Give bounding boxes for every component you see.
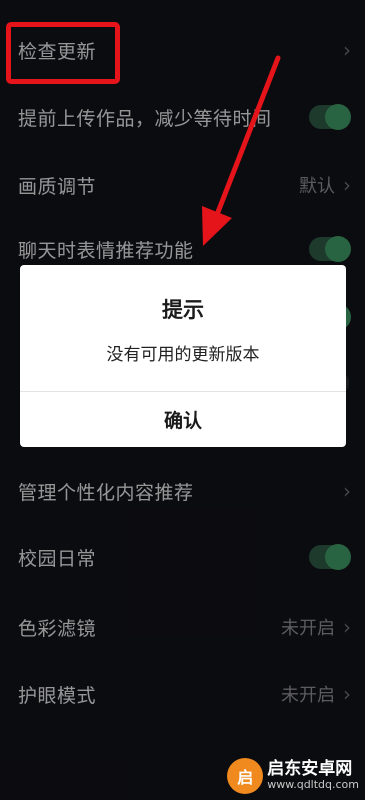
watermark-name: 启东安卓网 xyxy=(267,759,353,780)
watermark: 启 启东安卓网 www.qdltdq.com xyxy=(227,758,359,794)
watermark-text: 启东安卓网 www.qdltdq.com xyxy=(267,759,359,792)
watermark-url: www.qdltdq.com xyxy=(267,778,359,792)
annotation-arrow-icon xyxy=(202,55,281,246)
watermark-logo-icon: 启 xyxy=(227,758,264,794)
